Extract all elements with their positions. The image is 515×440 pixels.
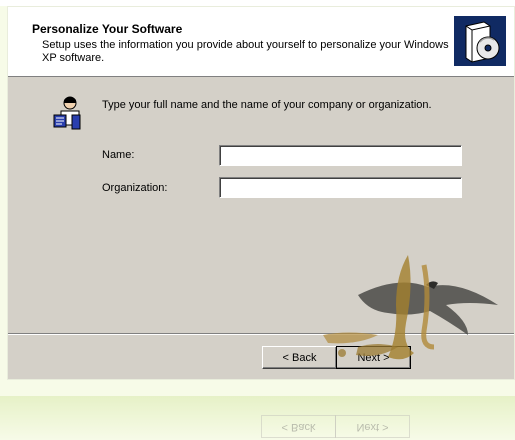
setup-wizard-dialog: Personalize Your Software Setup uses the… [7,6,515,380]
next-button-reflection: Next > [335,415,410,438]
intro-row: Type your full name and the name of your… [52,95,492,135]
back-button-reflection: < Back [261,415,336,438]
screenshot-stage: Personalize Your Software Setup uses the… [0,0,515,440]
wizard-person-icon [52,95,84,131]
reflection-strip [0,396,515,440]
organization-label: Organization: [102,182,168,194]
wizard-header: Personalize Your Software Setup uses the… [8,7,514,77]
intro-text: Type your full name and the name of your… [102,99,432,111]
software-box-cd-icon [454,16,506,66]
falcon-watermark-icon [323,255,498,360]
name-field[interactable] [219,145,462,166]
page-subtitle: Setup uses the information you provide a… [42,39,449,64]
page-title: Personalize Your Software [32,22,183,36]
name-label: Name: [102,149,135,161]
organization-field[interactable] [219,177,462,198]
